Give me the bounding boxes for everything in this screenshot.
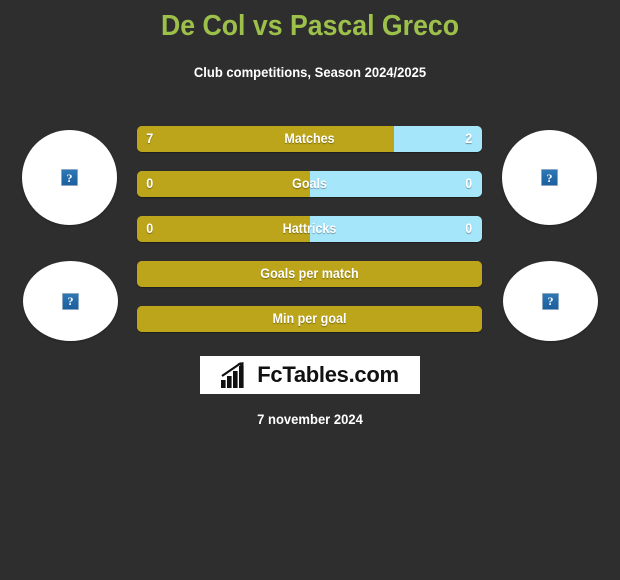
stat-label: Min per goal: [272, 311, 347, 326]
broken-image-icon: ?: [61, 169, 78, 186]
stat-row-goals: 0 Goals 0: [137, 171, 482, 197]
away-player-photo: ?: [502, 130, 597, 225]
broken-image-glyph: ?: [547, 294, 554, 308]
home-player-photo: ?: [22, 130, 117, 225]
broken-image-glyph: ?: [66, 170, 73, 185]
broken-image-icon: ?: [542, 292, 559, 310]
stat-away-value: 0: [465, 176, 473, 191]
away-club-logo: ?: [503, 261, 598, 341]
broken-image-glyph: ?: [67, 294, 74, 308]
comparison-infographic: De Col vs Pascal Greco Club competitions…: [0, 0, 620, 580]
page-subtitle: Club competitions, Season 2024/2025: [193, 64, 427, 80]
stat-row-matches: 7 Matches 2: [137, 126, 482, 152]
stat-row-hattricks: 0 Hattricks 0: [137, 216, 482, 242]
page-title: De Col vs Pascal Greco: [160, 10, 460, 42]
bar-chart-growth-icon: [221, 362, 244, 388]
broken-image-glyph: ?: [546, 170, 553, 185]
stat-label: Hattricks: [282, 221, 337, 236]
broken-image-icon: ?: [541, 169, 558, 186]
stat-row-goals-per-match: Goals per match: [137, 261, 482, 287]
stat-label: Goals: [292, 176, 327, 191]
stat-row-min-per-goal: Min per goal: [137, 306, 482, 332]
stat-away-value: 0: [465, 221, 473, 236]
fctables-logo[interactable]: FcTables.com: [200, 356, 420, 394]
generated-date: 7 november 2024: [257, 411, 363, 427]
fctables-logo-text: FcTables.com: [257, 362, 399, 387]
stat-label: Goals per match: [260, 266, 359, 281]
stat-away-value: 2: [465, 131, 473, 146]
stat-label: Matches: [284, 131, 335, 146]
stats-bar-list: 7 Matches 2 0 Goals 0 0 Hattricks 0 Goal…: [137, 126, 482, 351]
home-club-logo: ?: [23, 261, 118, 341]
broken-image-icon: ?: [62, 292, 79, 310]
